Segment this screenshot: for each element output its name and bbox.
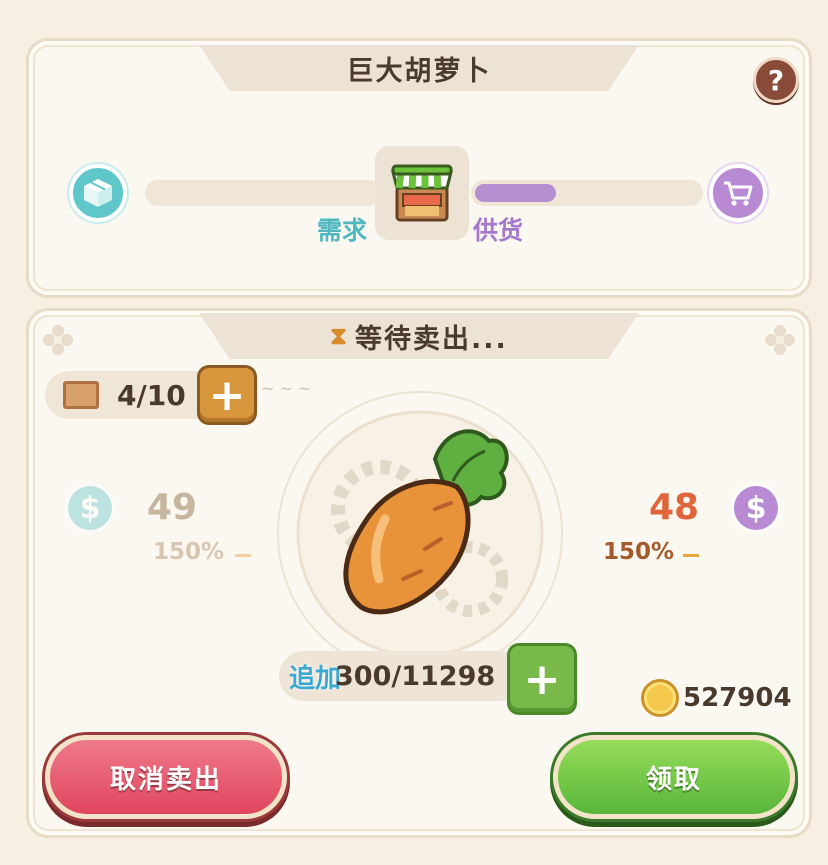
- sell-amount: 追加 300/11298: [279, 651, 525, 701]
- amount-value: 300/11298: [335, 660, 496, 692]
- slot-count: 4/10: [117, 378, 186, 412]
- market-panel: 巨大胡萝卜 ? 需求 供货: [26, 38, 812, 298]
- left-price-dollar-icon: $: [65, 483, 115, 533]
- demand-label: 需求: [317, 216, 368, 245]
- corner-ornament-icon: [765, 325, 795, 355]
- cancel-sale-button[interactable]: 取消卖出: [45, 735, 287, 819]
- corner-ornament-icon: [43, 325, 73, 355]
- help-button[interactable]: ?: [753, 57, 799, 103]
- item-title: 巨大胡萝卜: [199, 45, 639, 91]
- coin-balance: 527904: [641, 679, 792, 717]
- left-trend-dash: [235, 554, 251, 557]
- stall-slot-icon: [63, 381, 99, 409]
- left-price: 49: [147, 487, 198, 528]
- sale-status-banner: ⧗ 等待卖出...: [199, 313, 639, 359]
- right-percent: 150%: [603, 539, 675, 565]
- coin-icon: [641, 679, 679, 717]
- sale-status: 等待卖出...: [355, 323, 508, 355]
- claim-button[interactable]: 领取: [553, 735, 795, 819]
- cart-icon: [709, 164, 767, 222]
- hourglass-icon: ⧗: [330, 322, 350, 350]
- market-stall-icon: [375, 146, 469, 240]
- sell-dialog: 巨大胡萝卜 ? 需求 供货 ⧗ 等待卖出... 4/10 + ~ ~ ~ $ 4…: [0, 0, 828, 865]
- demand-track: [145, 180, 381, 206]
- add-label: 追加: [289, 663, 342, 694]
- supply-level-bar: [475, 184, 556, 202]
- sale-panel: ⧗ 等待卖出... 4/10 + ~ ~ ~ $ 49 150% 48 150%…: [26, 308, 812, 838]
- right-trend-dash: [683, 554, 699, 557]
- supply-label: 供货: [473, 216, 524, 245]
- coin-value: 527904: [683, 683, 792, 713]
- left-percent: 150%: [153, 539, 225, 565]
- box-icon: [69, 164, 127, 222]
- add-slot-button[interactable]: +: [197, 365, 257, 425]
- right-price: 48: [649, 487, 700, 528]
- right-price-dollar-icon: $: [731, 483, 781, 533]
- item-display: [277, 391, 563, 677]
- add-amount-button[interactable]: +: [507, 643, 577, 715]
